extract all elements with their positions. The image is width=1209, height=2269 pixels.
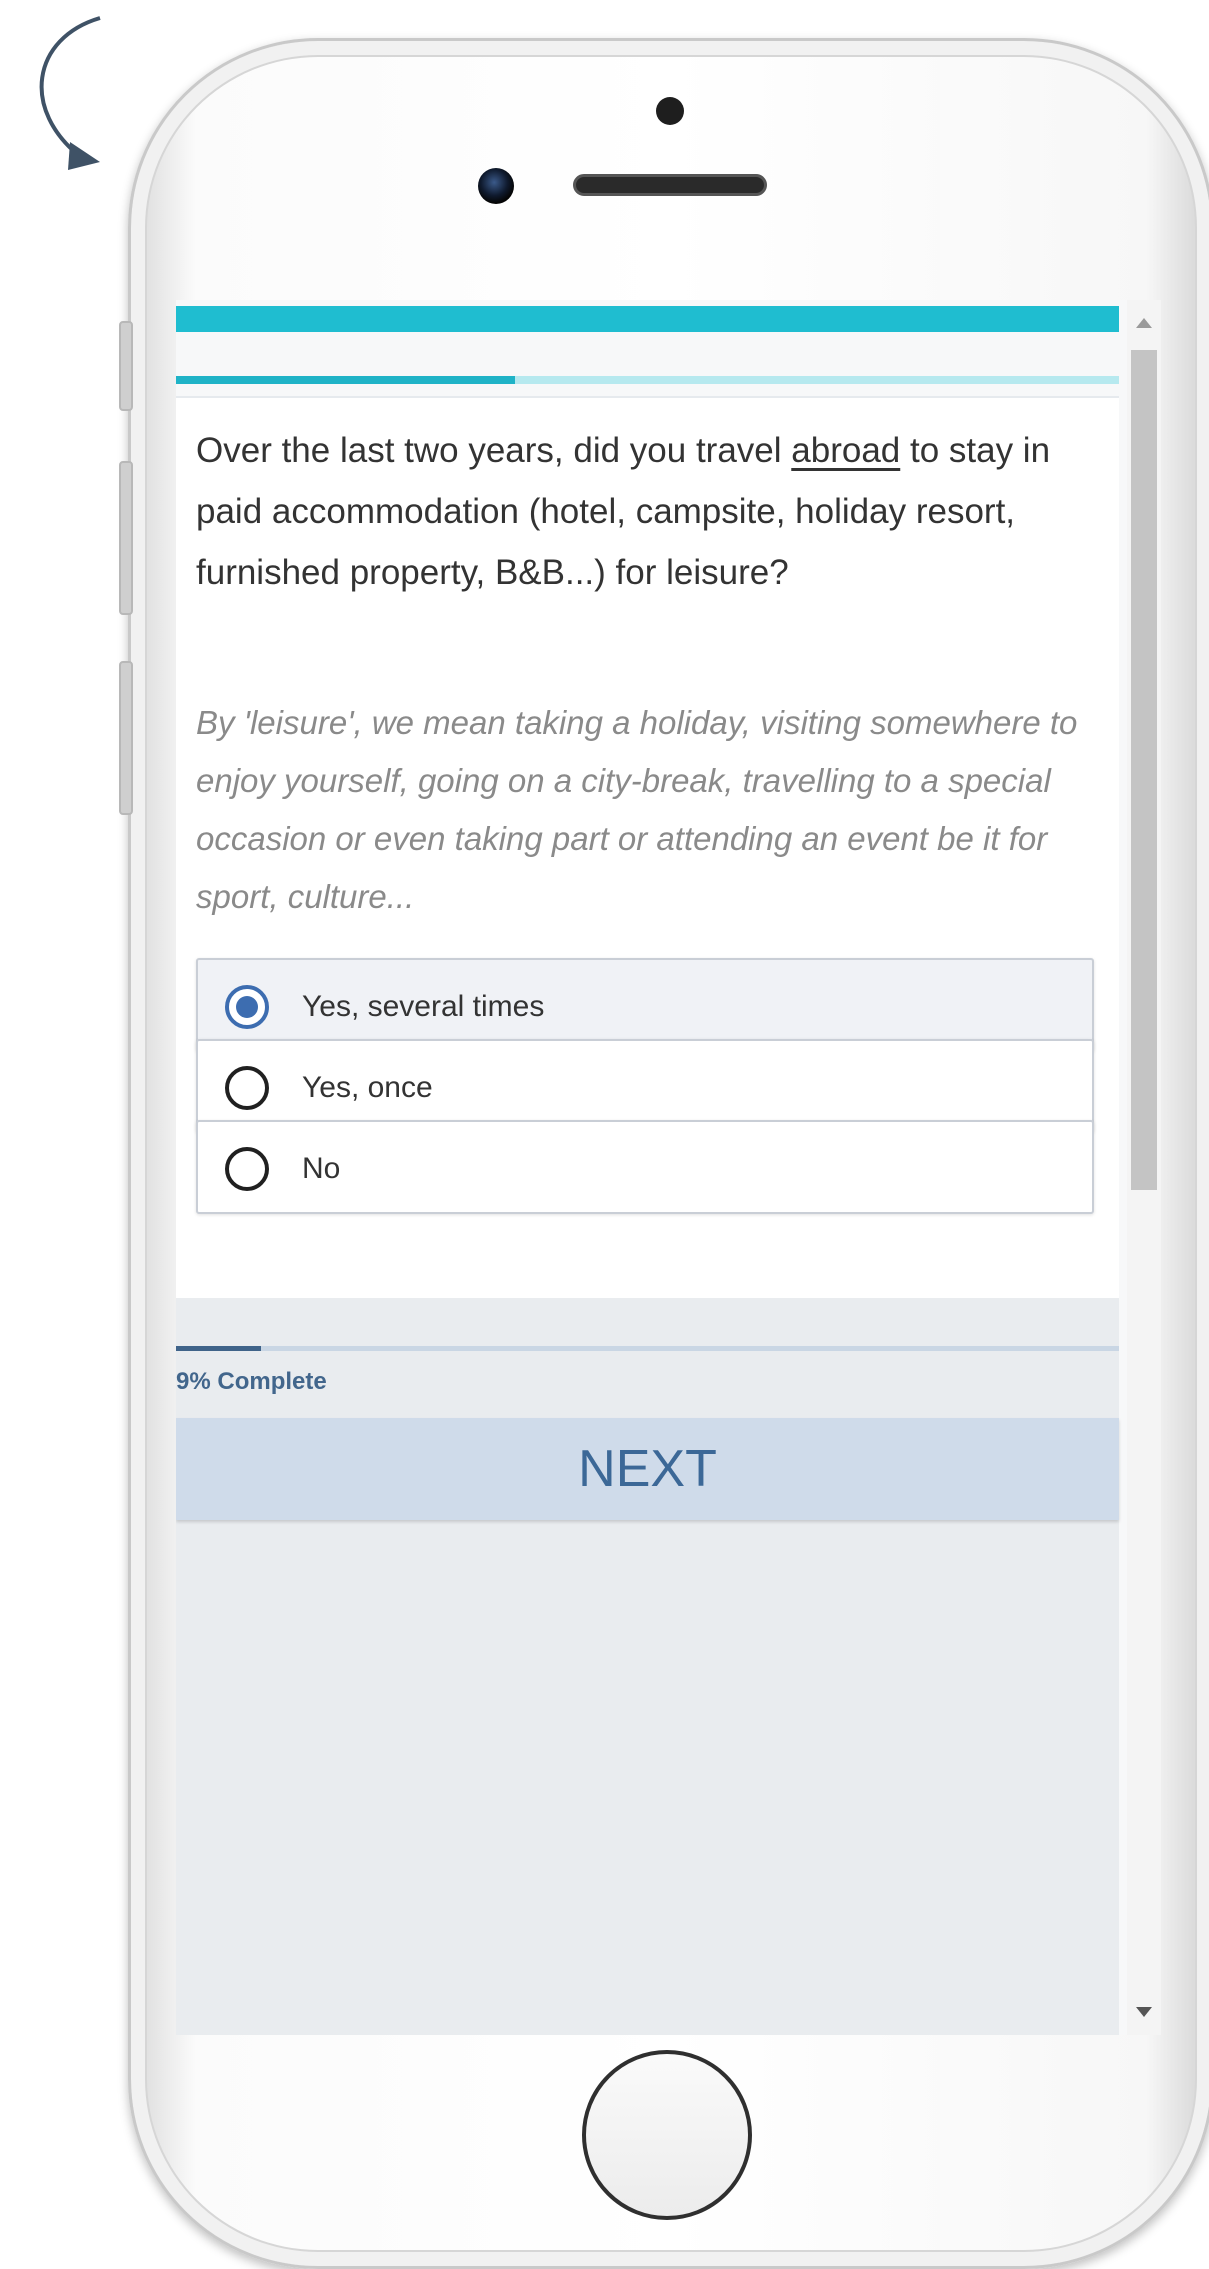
phone-screen: Over the last two years, did you travel … xyxy=(176,300,1161,2035)
radio-unchecked-icon[interactable] xyxy=(225,1066,269,1110)
radio-unchecked-icon[interactable] xyxy=(225,1147,269,1191)
volume-up-button xyxy=(119,461,133,615)
question-part-1: Over the last two years, did you travel xyxy=(196,431,792,470)
option-no[interactable]: No xyxy=(196,1120,1094,1214)
proximity-sensor xyxy=(656,97,684,125)
next-button[interactable]: NEXT xyxy=(176,1418,1119,1520)
option-yes-several-times[interactable]: Yes, several times xyxy=(196,958,1094,1052)
curved-arrow-icon xyxy=(39,16,101,170)
volume-down-button xyxy=(119,661,133,815)
survey-footer: 9% Complete NEXT xyxy=(176,1298,1119,2035)
scroll-down-arrow-icon[interactable] xyxy=(1136,2007,1152,2017)
section-progress-fill xyxy=(176,376,516,384)
home-button[interactable] xyxy=(582,2050,752,2220)
option-yes-once[interactable]: Yes, once xyxy=(196,1039,1094,1133)
scroll-thumb[interactable] xyxy=(1131,350,1157,1190)
front-camera xyxy=(478,168,514,204)
progress-track xyxy=(176,1346,1119,1351)
mute-switch xyxy=(119,321,133,411)
header-bar xyxy=(176,306,1119,332)
progress-fill xyxy=(176,1346,261,1351)
scroll-up-arrow-icon[interactable] xyxy=(1136,318,1152,328)
radio-checked-icon[interactable] xyxy=(225,985,269,1029)
earpiece-speaker xyxy=(573,174,767,196)
question-card: Over the last two years, did you travel … xyxy=(176,398,1119,1298)
option-label: No xyxy=(302,1152,341,1185)
scrollbar[interactable] xyxy=(1127,300,1161,2035)
progress-label: 9% Complete xyxy=(176,1368,327,1395)
question-text: Over the last two years, did you travel … xyxy=(196,420,1101,603)
question-emphasis: abroad xyxy=(791,431,901,470)
question-hint: By 'leisure', we mean taking a holiday, … xyxy=(196,704,1078,915)
section-progress-bar xyxy=(176,376,1119,384)
